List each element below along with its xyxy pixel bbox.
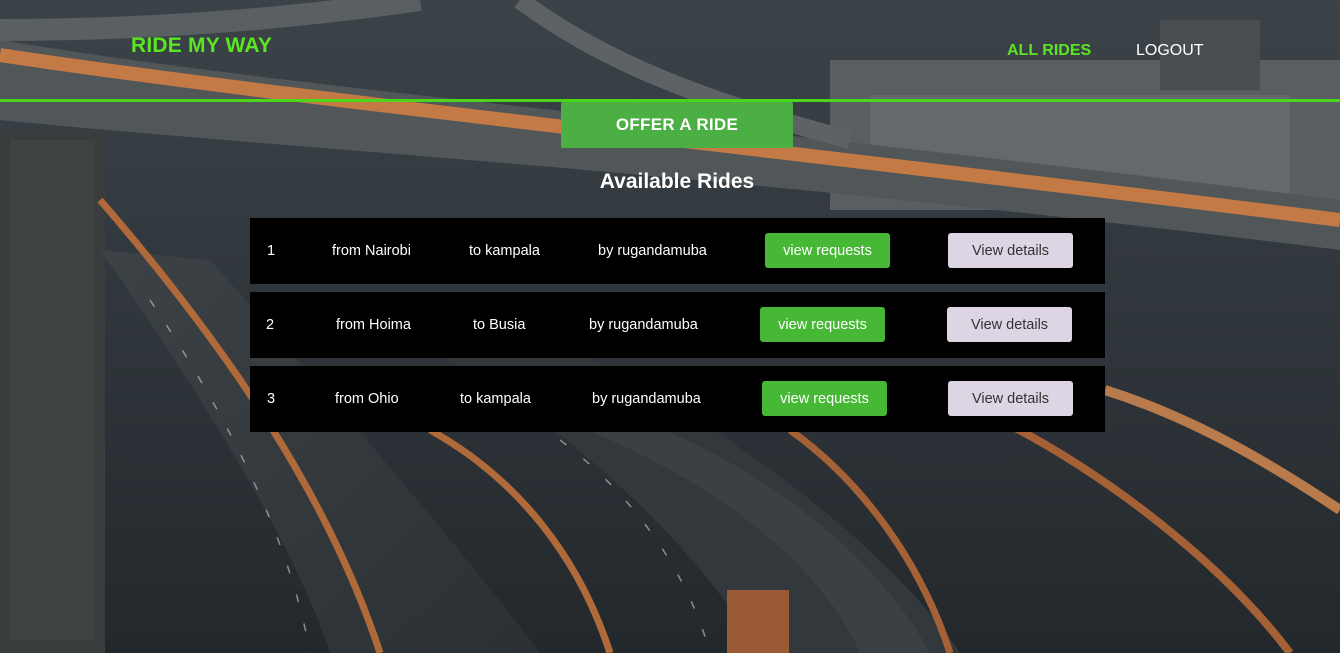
nav-link-logout[interactable]: LOGOUT [1136,42,1204,60]
offer-ride-button[interactable]: OFFER A RIDE [561,102,793,148]
brand-logo[interactable]: RIDE MY WAY [131,34,272,58]
ride-origin: from Ohio [335,391,399,407]
view-details-button[interactable]: View details [948,381,1073,416]
ride-destination: to Busia [473,317,526,333]
page-title: Available Rides [599,170,755,193]
view-details-button[interactable]: View details [948,233,1073,268]
ride-driver: by rugandamuba [598,243,707,259]
ride-row: 2 from Hoima to Busia by rugandamuba vie… [250,292,1105,358]
ride-id: 2 [266,317,275,333]
ride-destination: to kampala [460,391,531,407]
ride-destination: to kampala [469,243,540,259]
view-requests-button[interactable]: view requests [762,381,887,416]
ride-origin: from Hoima [336,317,411,333]
top-navbar: RIDE MY WAY ALL RIDES LOGOUT [0,0,1340,100]
view-requests-button[interactable]: view requests [765,233,890,268]
ride-driver: by rugandamuba [592,391,701,407]
ride-row: 3 from Ohio to kampala by rugandamuba vi… [250,366,1105,432]
view-details-button[interactable]: View details [947,307,1072,342]
ride-row: 1 from Nairobi to kampala by rugandamuba… [250,218,1105,284]
ride-id: 1 [267,243,276,259]
view-requests-button[interactable]: view requests [760,307,885,342]
ride-origin: from Nairobi [332,243,411,259]
ride-driver: by rugandamuba [589,317,698,333]
ride-id: 3 [267,391,276,407]
nav-link-all-rides[interactable]: ALL RIDES [1007,42,1091,60]
